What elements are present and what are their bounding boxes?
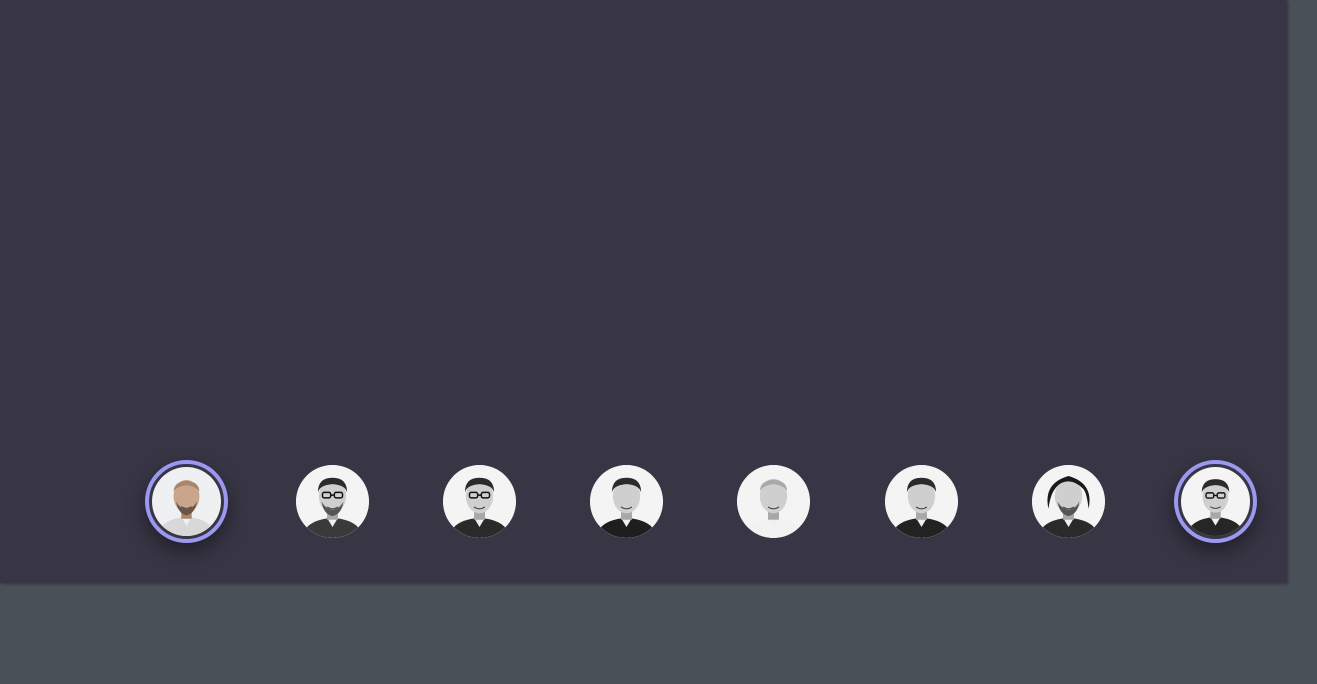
avatar-photo: [589, 464, 663, 538]
avatar-photo: [151, 466, 221, 536]
avatar-person-5[interactable]: [736, 464, 810, 538]
avatar-photo: [295, 464, 369, 538]
avatar-person-7[interactable]: [1031, 464, 1105, 538]
avatar-photo: [1031, 464, 1105, 538]
avatar-person-6[interactable]: [884, 464, 958, 538]
avatar-person-2[interactable]: [295, 464, 369, 538]
avatar-photo: [442, 464, 516, 538]
avatar-person-3[interactable]: [442, 464, 516, 538]
avatar-person-1[interactable]: [144, 459, 228, 543]
avatar-person-8[interactable]: [1173, 459, 1257, 543]
avatar-photo: [884, 464, 958, 538]
avatar-carousel: [0, 0, 1287, 583]
avatar-photo: [736, 464, 810, 538]
avatar-photo: [1180, 466, 1250, 536]
avatar-person-4[interactable]: [589, 464, 663, 538]
